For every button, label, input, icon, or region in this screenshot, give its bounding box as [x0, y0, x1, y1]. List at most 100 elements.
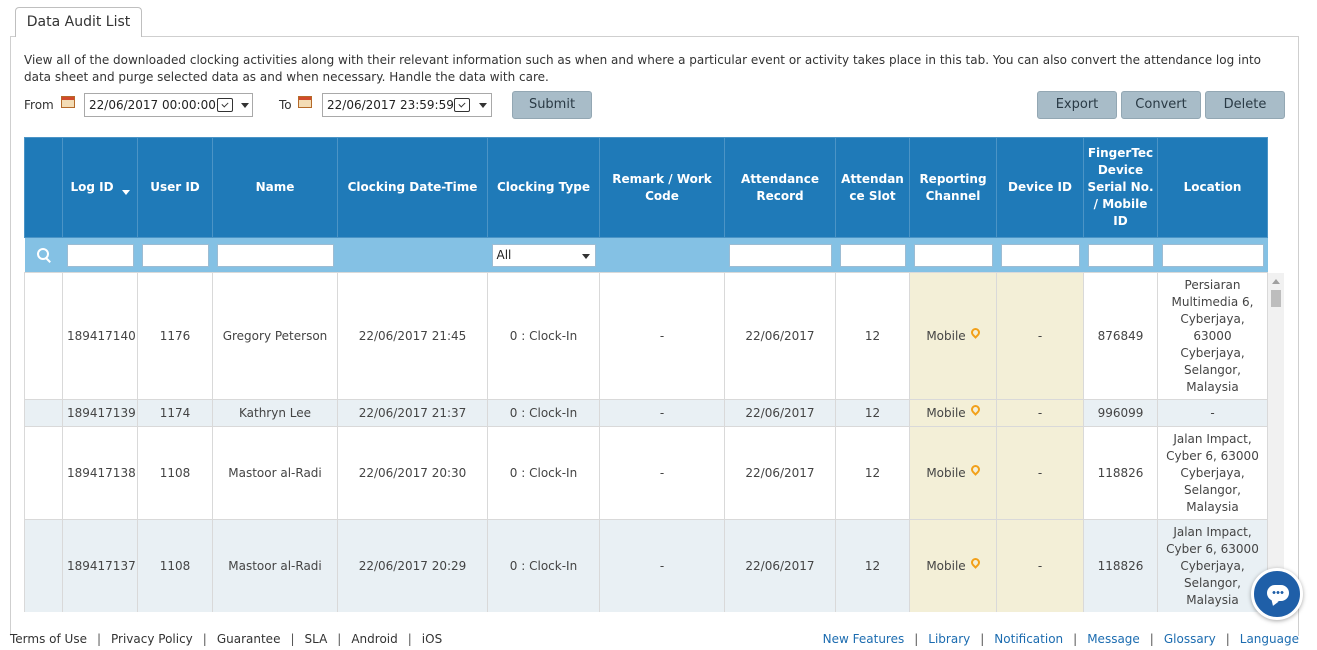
filter-name-input[interactable] — [216, 243, 334, 267]
cell-channel: Mobile — [909, 272, 997, 400]
footer-separator: | — [407, 632, 412, 646]
cell-name: Gregory Peterson — [212, 272, 338, 400]
tab-data-audit-list[interactable]: Data Audit List — [15, 7, 142, 37]
calendar-picker-icon[interactable] — [217, 98, 233, 112]
row-select-cell[interactable] — [24, 519, 63, 612]
cell-log-id: 189417138 — [62, 426, 138, 520]
cell-record: 22/06/2017 — [724, 399, 836, 427]
col-header-attendance-record[interactable]: Attendance Record — [724, 137, 836, 238]
cell-remark: - — [599, 519, 725, 612]
col-header-reporting-channel[interactable]: Reporting Channel — [909, 137, 997, 238]
to-date-input[interactable]: 22/06/2017 23:59:59 — [322, 93, 492, 117]
footer-separator: | — [96, 632, 101, 646]
filter-device-id-input[interactable] — [1000, 243, 1080, 267]
submit-button[interactable]: Submit — [512, 91, 592, 119]
calendar-picker-icon[interactable] — [454, 98, 470, 112]
col-header-select — [24, 137, 63, 238]
filter-attendance-slot-input[interactable] — [839, 243, 906, 267]
page-description: View all of the downloaded clocking acti… — [24, 53, 1262, 84]
cell-device: - — [996, 426, 1084, 520]
calendar-icon — [298, 96, 312, 108]
cell-name: Kathryn Lee — [212, 399, 338, 427]
chevron-down-icon[interactable] — [241, 103, 249, 108]
from-date-input[interactable]: 22/06/2017 00:00:00 — [84, 93, 253, 117]
location-pin-icon[interactable] — [968, 325, 982, 339]
search-icon[interactable] — [36, 247, 52, 263]
footer-link[interactable]: Notification — [994, 632, 1063, 646]
footer-link[interactable]: SLA — [305, 632, 328, 646]
filter-reporting-channel-input[interactable] — [913, 243, 993, 267]
footer-links-right: New Features | Library | Notification | Messag… — [823, 631, 1299, 647]
footer-link[interactable]: New Features — [823, 632, 905, 646]
filter-clocking-type-select[interactable]: All — [491, 243, 596, 267]
export-button[interactable]: Export — [1037, 91, 1117, 119]
footer-link[interactable]: Library — [928, 632, 970, 646]
footer-separator: | — [1149, 632, 1154, 646]
convert-button[interactable]: Convert — [1121, 91, 1201, 119]
to-date-value: 22/06/2017 23:59:59 — [327, 98, 454, 112]
cell-type: 0 : Clock-In — [487, 399, 600, 427]
cell-name: Mastoor al-Radi — [212, 519, 338, 612]
cell-location: Persiaran Multimedia 6, Cyberjaya, 63000… — [1157, 272, 1268, 400]
footer-link[interactable]: Privacy Policy — [111, 632, 193, 646]
row-select-cell[interactable] — [24, 426, 63, 520]
sort-icon[interactable] — [121, 190, 130, 195]
cell-channel: Mobile — [909, 519, 997, 612]
footer-link[interactable]: Language — [1240, 632, 1299, 646]
delete-button[interactable]: Delete — [1205, 91, 1285, 119]
footer-link[interactable]: Terms of Use — [10, 632, 87, 646]
footer-link[interactable]: iOS — [422, 632, 442, 646]
cell-serial: 118826 — [1083, 426, 1158, 520]
footer-link[interactable]: Guarantee — [217, 632, 281, 646]
location-pin-icon[interactable] — [968, 555, 982, 569]
row-select-cell[interactable] — [24, 399, 63, 427]
cell-record: 22/06/2017 — [724, 272, 836, 400]
footer-link[interactable]: Message — [1087, 632, 1140, 646]
filter-empty-cell — [337, 237, 488, 273]
filter-user-id-input[interactable] — [141, 243, 209, 267]
footer-separator: | — [337, 632, 342, 646]
cell-serial: 118826 — [1083, 519, 1158, 612]
chat-button[interactable] — [1251, 568, 1303, 620]
scroll-thumb[interactable] — [1271, 290, 1281, 307]
filter-log-id-input[interactable] — [66, 243, 134, 267]
cell-datetime: 22/06/2017 21:45 — [337, 272, 488, 400]
col-header-clocking-datetime[interactable]: Clocking Date-Time — [337, 137, 488, 238]
footer-link[interactable]: Android — [351, 632, 397, 646]
cell-user-id: 1174 — [137, 399, 213, 427]
col-header-device-id[interactable]: Device ID — [996, 137, 1084, 238]
reporting-channel-text: Mobile — [926, 558, 966, 573]
cell-remark: - — [599, 426, 725, 520]
row-select-cell[interactable] — [24, 272, 63, 400]
filter-attendance-record-input[interactable] — [728, 243, 832, 267]
chevron-down-icon[interactable] — [479, 103, 487, 108]
calendar-icon — [61, 96, 75, 108]
col-header-clocking-type[interactable]: Clocking Type — [487, 137, 600, 238]
col-header-remark[interactable]: Remark / Work Code — [599, 137, 725, 238]
from-label: From — [24, 98, 54, 112]
table-row[interactable]: 189417139 1174 Kathryn Lee 22/06/2017 21:37… — [24, 399, 1268, 427]
col-header-name[interactable]: Name — [212, 137, 338, 238]
table-header-row: Log ID User ID Name Clocking Date-Time C… — [24, 137, 1268, 238]
table-row[interactable]: 189417138 1108 Mastoor al-Radi 22/06/2017 2… — [24, 426, 1268, 520]
cell-device: - — [996, 272, 1084, 400]
footer-separator: | — [1073, 632, 1078, 646]
cell-remark: - — [599, 399, 725, 427]
cell-serial: 996099 — [1083, 399, 1158, 427]
cell-device: - — [996, 399, 1084, 427]
table-row[interactable]: 189417140 1176 Gregory Peterson 22/06/2017 … — [24, 272, 1268, 400]
col-header-user-id[interactable]: User ID — [137, 137, 213, 238]
footer-separator: | — [202, 632, 207, 646]
location-pin-icon[interactable] — [968, 462, 982, 476]
table-row[interactable]: 189417137 1108 Mastoor al-Radi 22/06/2017 2… — [24, 519, 1268, 612]
col-header-serial-no[interactable]: FingerTec Device Serial No. / Mobile ID — [1083, 137, 1158, 238]
footer-link[interactable]: Glossary — [1164, 632, 1216, 646]
col-header-location[interactable]: Location — [1157, 137, 1268, 238]
filter-location-input[interactable] — [1161, 243, 1264, 267]
filter-serial-input[interactable] — [1087, 243, 1154, 267]
location-pin-icon[interactable] — [968, 402, 982, 416]
scroll-up-icon[interactable] — [1272, 279, 1280, 284]
col-header-attendance-slot[interactable]: Attendan ce Slot — [835, 137, 910, 238]
table-scrollbar[interactable] — [1268, 273, 1284, 612]
col-header-log-id[interactable]: Log ID — [62, 137, 138, 238]
